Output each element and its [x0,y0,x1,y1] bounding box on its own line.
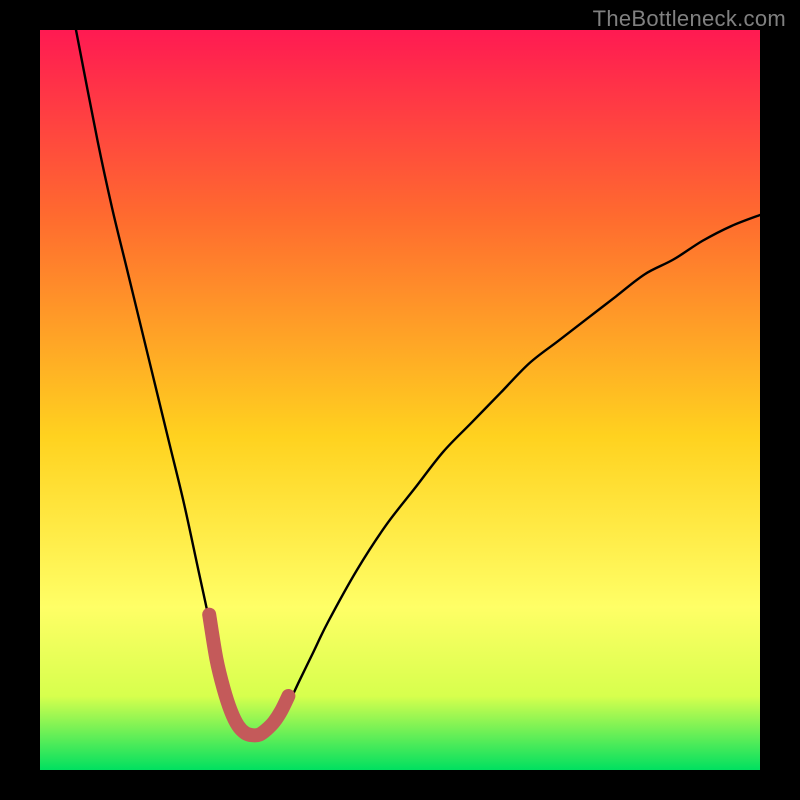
chart-svg [0,0,800,800]
plot-area [40,30,760,770]
watermark: TheBottleneck.com [593,6,786,32]
chart-frame: { "watermark": "TheBottleneck.com", "col… [0,0,800,800]
